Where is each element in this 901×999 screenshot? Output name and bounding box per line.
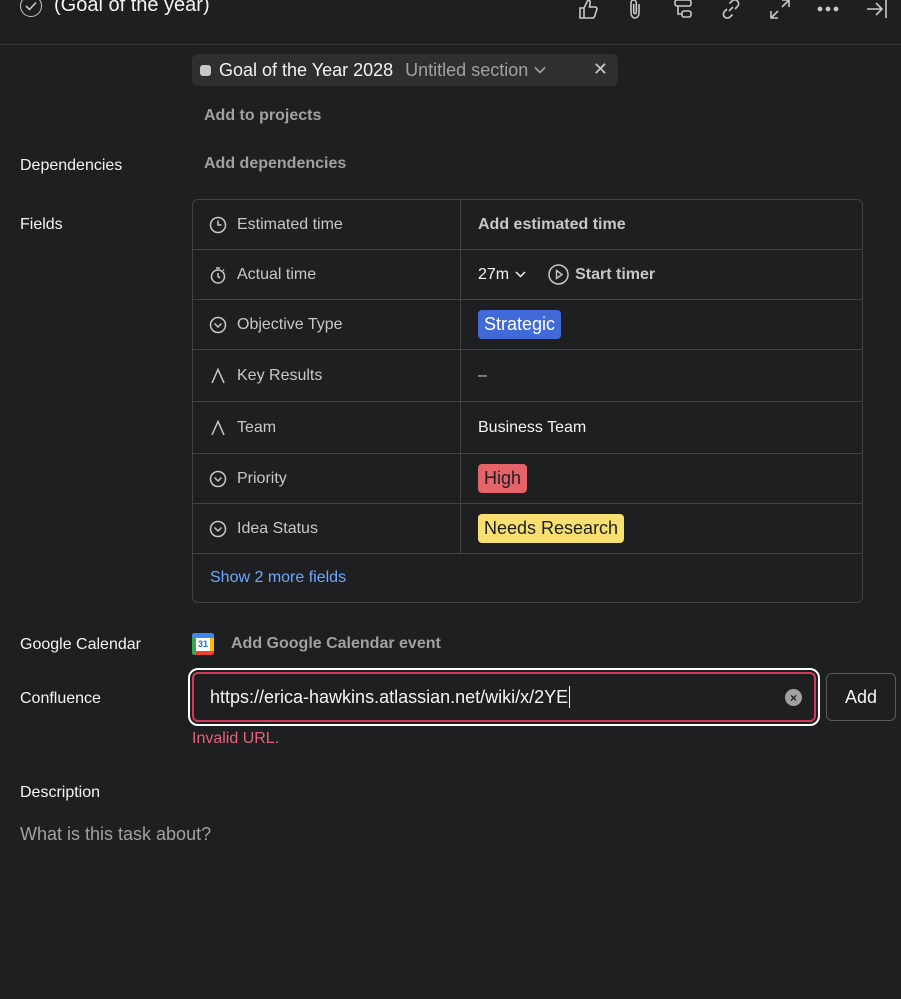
team-text: Business Team (478, 418, 587, 436)
text-caret (569, 686, 571, 708)
mark-complete-icon[interactable] (20, 0, 42, 17)
field-name: Idea Status (237, 519, 318, 537)
team-value[interactable]: Business Team (462, 402, 862, 453)
task-title[interactable]: (Goal of the year) (54, 0, 210, 17)
key-results-empty: – (478, 366, 487, 384)
like-icon[interactable] (575, 0, 601, 22)
field-row-actual-time: Actual time 27m Start timer (193, 250, 862, 300)
google-calendar-label: Google Calendar (20, 636, 141, 653)
dropdown-field-icon (209, 470, 227, 487)
field-name-cell: Key Results (193, 350, 461, 401)
confluence-url-input[interactable]: https://erica-hawkins.atlassian.net/wiki… (192, 672, 816, 722)
idea-status-value[interactable]: Needs Research (462, 504, 862, 553)
add-estimated-time-link[interactable]: Add estimated time (478, 216, 626, 234)
section-name: Untitled section (405, 59, 529, 80)
actual-time-value: 27m Start timer (462, 250, 862, 299)
clear-input-icon[interactable]: × (785, 689, 802, 706)
project-chip[interactable]: Goal of the Year 2028 Untitled section ✕ (192, 54, 618, 86)
field-row-key-results: Key Results – (193, 350, 862, 402)
start-timer-label: Start timer (575, 265, 656, 283)
add-confluence-button[interactable]: Add (826, 673, 896, 721)
field-name-cell: Idea Status (193, 504, 461, 553)
add-to-projects-link[interactable]: Add to projects (204, 107, 321, 125)
fields-label: Fields (20, 216, 63, 233)
field-name: Actual time (237, 265, 317, 283)
play-icon (548, 264, 569, 285)
url-error-message: Invalid URL. (192, 730, 280, 747)
calendar-day: 31 (197, 639, 208, 649)
idea-status-pill[interactable]: Needs Research (478, 514, 625, 543)
project-color-icon (200, 64, 211, 76)
clock-icon (209, 216, 227, 233)
description-input[interactable]: What is this task about? (20, 824, 211, 845)
field-row-estimated-time: Estimated time Add estimated time (193, 200, 862, 250)
key-results-value[interactable]: – (462, 350, 862, 401)
priority-pill[interactable]: High (478, 464, 528, 493)
field-name-cell: Estimated time (193, 200, 461, 249)
add-dependencies-link[interactable]: Add dependencies (204, 155, 346, 173)
add-google-calendar-event-link[interactable]: Add Google Calendar event (231, 635, 441, 653)
field-name: Team (237, 418, 277, 436)
more-icon[interactable] (815, 0, 841, 22)
field-name-cell: Actual time (193, 250, 461, 299)
field-name: Priority (237, 469, 287, 487)
actual-time-amount: 27m (478, 265, 510, 283)
field-row-team: Team Business Team (193, 402, 862, 454)
field-name: Objective Type (237, 315, 343, 333)
expand-icon[interactable] (767, 0, 793, 22)
field-name-cell: Priority (193, 454, 461, 503)
field-name: Estimated time (237, 215, 343, 233)
text-field-icon (211, 367, 225, 383)
remove-project-icon[interactable]: ✕ (593, 59, 608, 80)
description-label: Description (20, 784, 101, 801)
dropdown-field-icon (209, 520, 227, 537)
field-row-priority: Priority High (193, 454, 862, 504)
dependencies-label: Dependencies (20, 157, 123, 174)
project-name[interactable]: Goal of the Year 2028 (219, 60, 393, 81)
field-name-cell: Objective Type (193, 300, 461, 349)
estimated-time-value[interactable]: Add estimated time (462, 200, 862, 249)
priority-value[interactable]: High (462, 454, 862, 503)
confluence-label: Confluence (20, 690, 101, 707)
section-select[interactable]: Untitled section (405, 60, 546, 81)
actual-time-select[interactable]: 27m (478, 266, 526, 284)
fields-table: Estimated time Add estimated time Actual… (192, 199, 863, 603)
link-icon[interactable] (718, 0, 744, 22)
confluence-url-value: https://erica-hawkins.atlassian.net/wiki… (210, 686, 569, 707)
show-more-fields-link[interactable]: Show 2 more fields (210, 569, 346, 587)
dropdown-field-icon (209, 316, 227, 333)
field-row-idea-status: Idea Status Needs Research (193, 504, 862, 554)
chevron-down-icon (534, 66, 546, 74)
close-panel-icon[interactable] (864, 0, 890, 22)
stopwatch-icon (210, 266, 226, 284)
google-calendar-icon: 31 (192, 633, 214, 655)
start-timer-button[interactable]: Start timer (548, 264, 655, 285)
task-header: (Goal of the year) (0, 0, 901, 45)
objective-type-value[interactable]: Strategic (462, 300, 862, 349)
text-field-icon (211, 419, 225, 435)
field-row-objective-type: Objective Type Strategic (193, 300, 862, 350)
attachment-icon[interactable] (622, 0, 648, 22)
task-title-area: (Goal of the year) (20, 0, 210, 17)
field-name: Key Results (237, 366, 323, 384)
chevron-down-icon (515, 271, 526, 278)
field-name-cell: Team (193, 402, 461, 453)
objective-type-pill[interactable]: Strategic (478, 310, 562, 339)
confluence-url-focus-ring: https://erica-hawkins.atlassian.net/wiki… (188, 668, 820, 726)
subtask-icon[interactable] (670, 0, 696, 22)
